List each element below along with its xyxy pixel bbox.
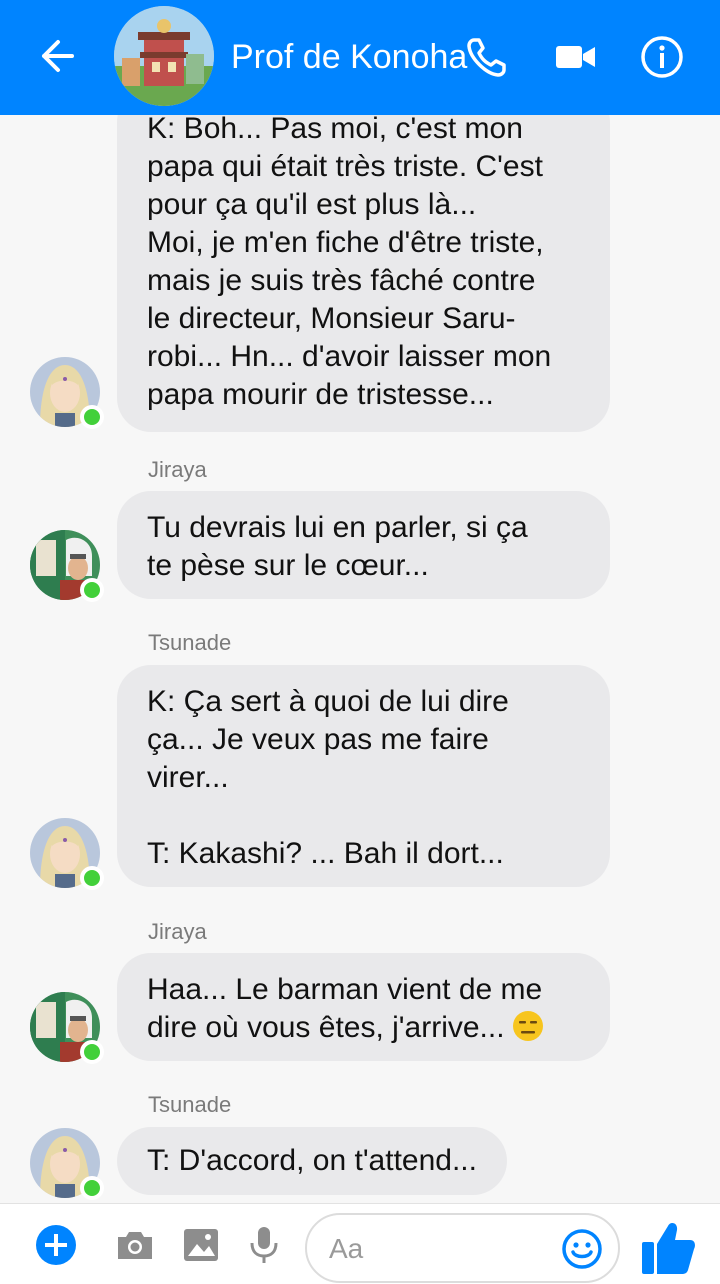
info-icon[interactable] [639,34,685,80]
avatar[interactable] [30,992,104,1064]
video-camera-icon[interactable] [552,34,598,80]
avatar[interactable] [30,530,104,602]
camera-icon[interactable] [114,1224,156,1266]
phone-icon[interactable] [464,34,510,80]
message-bubble[interactable]: K: Boh... Pas moi, c'est mon papa qui ét… [117,115,610,432]
sender-name: Tsunade [148,1092,232,1117]
plus-icon[interactable] [35,1224,77,1266]
chat-title[interactable]: Prof de Konoha [231,36,467,78]
online-status-dot [80,1176,104,1200]
image-icon[interactable] [180,1224,222,1266]
thumbs-up-icon[interactable] [640,1218,696,1276]
avatar[interactable] [30,1128,104,1200]
message-text-line: Haa... Le barman vient de me [147,973,543,1006]
online-status-dot [80,578,104,602]
expressionless-face-icon [511,1009,545,1043]
message-list[interactable]: K: Boh... Pas moi, c'est mon papa qui ét… [0,115,720,1203]
online-status-dot [80,405,104,429]
message-input-container[interactable] [305,1213,620,1283]
sender-name: Jiraya [148,919,207,944]
avatar[interactable] [30,818,104,890]
chat-header: Prof de Konoha [0,0,720,115]
smiley-icon[interactable] [560,1227,604,1271]
composer-bar [0,1203,720,1284]
message-bubble[interactable]: Tu devrais lui en parler, si ça te pèse … [117,491,610,599]
message-text-line: dire où vous êtes, j'arrive... [147,1009,580,1047]
avatar[interactable] [30,357,104,429]
group-avatar[interactable] [114,6,214,106]
message-bubble[interactable]: Haa... Le barman vient de me dire où vou… [117,953,610,1061]
message-bubble[interactable]: T: D'accord, on t'attend... [117,1127,507,1195]
microphone-icon[interactable] [243,1224,285,1266]
online-status-dot [80,866,104,890]
message-text: dire où vous êtes, j'arrive... [147,1011,505,1044]
message-input[interactable] [329,1229,549,1269]
sender-name: Jiraya [148,457,207,482]
online-status-dot [80,1040,104,1064]
message-bubble[interactable]: K: Ça sert à quoi de lui dire ça... Je v… [117,665,610,887]
arrow-left-icon[interactable] [36,36,76,76]
sender-name: Tsunade [148,630,232,655]
